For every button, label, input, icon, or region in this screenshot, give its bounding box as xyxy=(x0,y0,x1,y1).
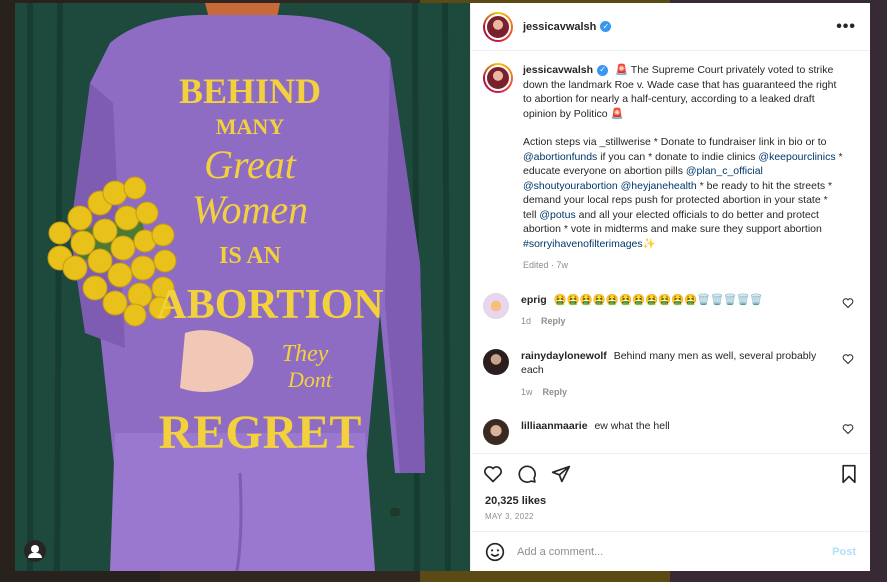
commenter-avatar[interactable] xyxy=(483,292,509,319)
more-options-icon[interactable]: ••• xyxy=(836,18,856,36)
comment-input[interactable] xyxy=(517,545,833,558)
comment-meta: 1w Reply xyxy=(521,385,839,400)
comment-time: 1d xyxy=(521,316,532,326)
mention-link[interactable]: @shoutyourabortion xyxy=(523,180,618,192)
add-comment-bar: Post xyxy=(471,531,870,571)
author-username[interactable]: jessicavwalsh xyxy=(523,21,596,33)
caption-time: 7w xyxy=(556,260,569,270)
comments-section[interactable]: jessicavwalsh ✓ 🚨 The Supreme Court priva… xyxy=(471,51,870,453)
image-text-great: Great xyxy=(204,142,297,187)
post-comment-button[interactable]: Post xyxy=(832,546,856,558)
image-text-many: MANY xyxy=(216,114,285,139)
post-date: MAY 3, 2022 xyxy=(485,512,534,521)
image-text-they: They xyxy=(282,341,329,367)
comment-text: 🤮🤮🤮🤮🤮🤮🤮🤮🤮🤮🤮🗑️🗑️🗑️🗑️🗑️ xyxy=(553,293,763,306)
commenter-avatar[interactable] xyxy=(483,419,509,445)
tagged-users-button[interactable] xyxy=(24,540,46,562)
comment-bubble-icon[interactable] xyxy=(517,464,537,484)
image-text-dont: Dont xyxy=(287,367,333,392)
comment-item: lilliaanmaarie ew what the hell xyxy=(483,419,856,445)
like-comment-heart-icon[interactable] xyxy=(842,423,854,435)
edited-label: Edited xyxy=(523,260,549,270)
caption-text-part2: Action steps via _stillwerise * Donate t… xyxy=(523,136,827,148)
comment-time: 1w xyxy=(521,386,533,397)
image-text-regret: REGRET xyxy=(159,406,362,459)
mention-link[interactable]: @abortionfunds xyxy=(523,151,597,163)
verified-icon: ✓ xyxy=(597,64,609,76)
post-header: jessicavwalsh ✓ ••• xyxy=(471,3,870,51)
like-heart-icon[interactable] xyxy=(483,464,503,484)
post-side-panel: jessicavwalsh ✓ ••• jessicavwalsh ✓ 🚨 The… xyxy=(470,3,870,571)
share-paper-plane-icon[interactable] xyxy=(551,464,571,484)
post-actions xyxy=(471,453,870,493)
image-text-women: Women xyxy=(192,187,308,232)
caption-meta: Edited · 7w xyxy=(523,260,569,270)
reply-button[interactable]: Reply xyxy=(543,387,568,397)
caption: jessicavwalsh ✓ 🚨 The Supreme Court priva… xyxy=(523,63,843,273)
caption-row: jessicavwalsh ✓ 🚨 The Supreme Court priva… xyxy=(483,63,856,273)
verified-icon: ✓ xyxy=(600,21,612,32)
comment-username[interactable]: rainydaylonewolf xyxy=(521,350,607,362)
image-text-abortion: ABORTION xyxy=(156,282,383,328)
post-modal: BEHIND MANY Great Women IS AN ABORTION T… xyxy=(15,3,870,571)
author-avatar[interactable] xyxy=(483,11,513,42)
comment-username[interactable]: lilliaanmaarie xyxy=(521,420,588,432)
reply-button[interactable]: Reply xyxy=(541,316,566,326)
emoji-smiley-icon[interactable] xyxy=(485,542,505,562)
commenter-avatar[interactable] xyxy=(483,348,509,375)
image-text-behind: BEHIND xyxy=(179,71,321,111)
author-avatar[interactable] xyxy=(483,63,513,93)
mention-link[interactable]: @heyjanehealth xyxy=(621,180,697,192)
mention-link[interactable]: @keepourclinics xyxy=(758,151,835,163)
post-photo: BEHIND MANY Great Women IS AN ABORTION T… xyxy=(15,3,470,571)
mention-link[interactable]: @plan_c_official xyxy=(686,165,763,177)
comment-item: rainydaylonewolf Behind many men as well… xyxy=(483,348,856,400)
comment-username[interactable]: eprig xyxy=(521,294,547,306)
user-icon xyxy=(28,545,42,558)
caption-text-part3: if you can * donate to indie clinics xyxy=(597,150,759,163)
mention-link[interactable]: @potus xyxy=(539,209,575,221)
comment-meta: 1d Reply xyxy=(521,314,839,329)
comment-item: eprig 🤮🤮🤮🤮🤮🤮🤮🤮🤮🤮🤮🗑️🗑️🗑️🗑️🗑️ 1d Reply xyxy=(483,292,856,329)
post-image: BEHIND MANY Great Women IS AN ABORTION T… xyxy=(15,3,470,571)
likes-count[interactable]: 20,325 likes xyxy=(471,493,870,507)
hashtag-link[interactable]: #sorryihavenofilterimages xyxy=(523,238,643,250)
save-bookmark-icon[interactable] xyxy=(840,464,858,484)
sparkle-emoji: ✨ xyxy=(642,237,656,250)
image-text-is-an: IS AN xyxy=(219,243,282,269)
caption-username[interactable]: jessicavwalsh xyxy=(523,64,593,76)
like-comment-heart-icon[interactable] xyxy=(842,353,854,365)
like-comment-heart-icon[interactable] xyxy=(842,297,854,309)
comment-text: ew what the hell xyxy=(594,420,670,432)
